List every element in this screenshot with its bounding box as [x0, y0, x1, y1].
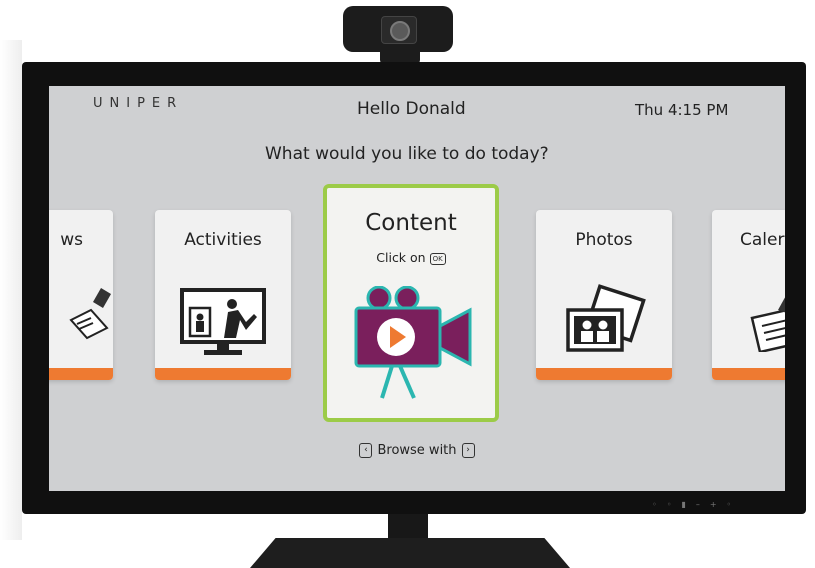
tile-activities-label: Activities [184, 230, 262, 250]
tile-news-label: ws [60, 230, 83, 250]
clock: Thu 4:15 PM [635, 101, 729, 119]
webcam-lens [390, 21, 410, 41]
tv-screen: UNIPER Hello Donald Thu 4:15 PM What wou… [49, 86, 785, 491]
browse-label: Browse with [377, 443, 457, 458]
activities-icon [180, 288, 266, 355]
brand-logo: UNIPER [93, 96, 184, 111]
tile-activities[interactable]: Activities [155, 210, 291, 380]
tile-calendar-accent-bar [712, 368, 785, 380]
video-camera-icon [354, 286, 472, 399]
tile-photos[interactable]: Photos [536, 210, 672, 380]
click-hint-label: Click on [376, 250, 426, 265]
right-arrow-key-icon[interactable]: › [461, 443, 475, 458]
prompt-question: What would you like to do today? [265, 144, 549, 164]
tile-activities-accent-bar [155, 368, 291, 380]
tile-news[interactable]: ws [49, 210, 113, 380]
tile-news-accent-bar [49, 368, 113, 380]
click-hint: Click on OK [327, 250, 495, 265]
tile-photos-accent-bar [536, 368, 672, 380]
ok-key-icon: OK [429, 252, 446, 265]
tile-calendar-label: Caler [740, 230, 785, 250]
webcam [343, 6, 453, 52]
tile-calendar[interactable]: Caler [712, 210, 785, 380]
browse-hint: ‹ Browse with › [49, 443, 785, 458]
tile-content[interactable]: Content Click on OK [323, 184, 499, 422]
background-shadow [0, 40, 22, 540]
calendar-icon [750, 297, 785, 352]
greeting: Hello Donald [357, 99, 466, 119]
monitor-control-buttons[interactable]: ◦◦▮–+◦ [652, 500, 741, 509]
news-icon [69, 288, 111, 340]
monitor-stand-base [250, 538, 570, 568]
left-arrow-key-icon[interactable]: ‹ [359, 443, 373, 458]
tile-content-label: Content [365, 210, 457, 236]
photos-icon [566, 284, 646, 352]
tile-photos-label: Photos [575, 230, 633, 250]
